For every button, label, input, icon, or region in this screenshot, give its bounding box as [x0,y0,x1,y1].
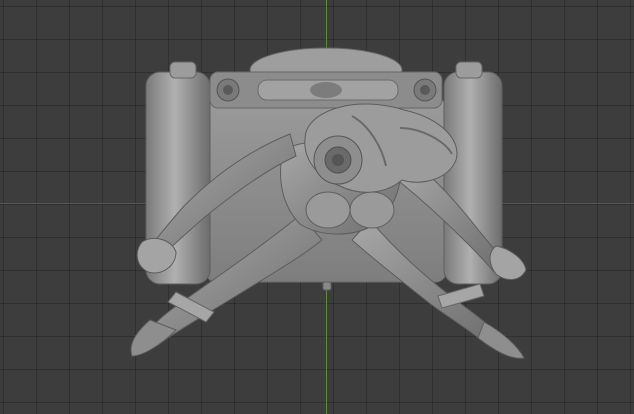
3d-viewport[interactable] [0,0,634,414]
sculpt-model[interactable] [0,0,634,414]
hair-bun [313,135,363,185]
top-assembly [209,47,443,109]
chest-left [305,191,351,229]
plate-stub [322,281,332,291]
chest-right [349,191,395,229]
